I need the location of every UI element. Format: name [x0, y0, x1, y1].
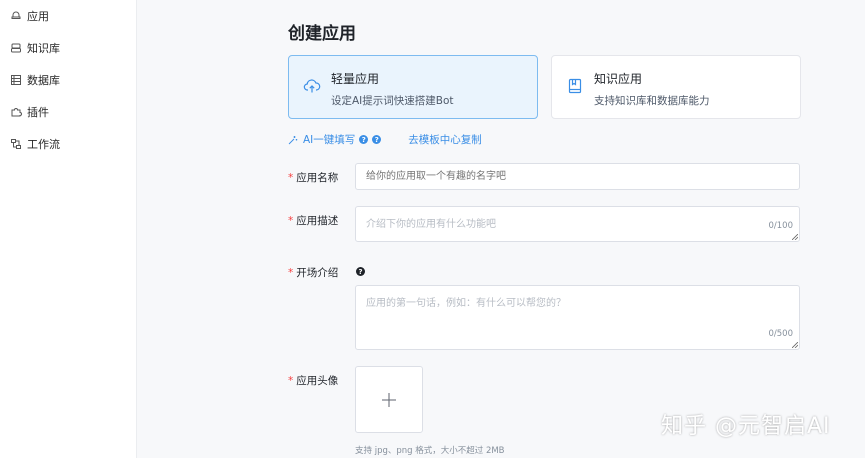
sidebar-item-workflow[interactable]: 工作流 [0, 128, 136, 160]
magic-wand-icon [288, 135, 298, 144]
database-icon [10, 74, 22, 86]
intro-field-label: * 开场介绍 [288, 265, 338, 280]
help-icon[interactable]: ? [356, 267, 365, 276]
resize-handle-icon[interactable] [792, 342, 798, 348]
app-type-card-lightweight[interactable]: 轻量应用 设定AI提示词快速搭建Bot [288, 55, 538, 119]
help-icon[interactable]: ? [359, 135, 369, 144]
help-icon[interactable]: ? [372, 135, 382, 144]
ai-fill-link[interactable]: AI一键填写 [303, 132, 355, 147]
resize-handle-icon[interactable] [792, 234, 798, 240]
card-text: 轻量应用 设定AI提示词快速搭建Bot [331, 70, 454, 108]
card-description: 设定AI提示词快速搭建Bot [331, 95, 454, 107]
required-mark: * [288, 172, 294, 184]
description-field-label: * 应用描述 [288, 213, 338, 228]
avatar-upload-button[interactable] [355, 366, 423, 433]
sidebar-item-knowledge[interactable]: 知识库 [0, 32, 136, 64]
book-icon [568, 78, 582, 94]
plugin-icon [10, 106, 22, 118]
app-type-card-knowledge[interactable]: 知识应用 支持知识库和数据库能力 [551, 55, 801, 119]
required-mark: * [288, 215, 294, 227]
app-root: 应用 知识库 数据库 插件 工作流 创建应用 轻量应用 设定AI提示词快速搭建B… [0, 0, 865, 458]
sidebar-item-label: 应用 [27, 10, 49, 23]
field-label-text: 应用头像 [296, 375, 339, 387]
opening-intro-textarea[interactable]: 应用的第一句话，例如：有什么可以帮您的？ 0/500 [355, 285, 800, 350]
plus-icon [382, 392, 396, 407]
app-icon [10, 10, 22, 22]
char-counter: 0/100 [768, 221, 794, 231]
sidebar-item-apps[interactable]: 应用 [0, 0, 136, 32]
sidebar-item-label: 知识库 [27, 42, 60, 55]
upload-hint: 支持 jpg、png 格式，大小不超过 2MB [355, 446, 505, 456]
required-mark: * [288, 375, 294, 387]
card-text: 知识应用 支持知识库和数据库能力 [594, 70, 710, 108]
textarea-placeholder: 应用的第一句话，例如：有什么可以帮您的？ [366, 298, 566, 309]
char-counter: 0/500 [768, 329, 794, 339]
sidebar-item-plugins[interactable]: 插件 [0, 96, 136, 128]
sidebar-item-label: 数据库 [27, 74, 60, 87]
template-center-link[interactable]: 去模板中心复制 [408, 132, 482, 147]
name-field-label: * 应用名称 [288, 170, 338, 185]
watermark: 知乎 @元智启AI [661, 414, 831, 439]
required-mark: * [288, 267, 294, 279]
field-label-text: 应用名称 [296, 172, 339, 184]
avatar-field-label: * 应用头像 [288, 373, 338, 388]
field-label-text: 应用描述 [296, 215, 339, 227]
cloud-upload-icon [303, 79, 321, 93]
sidebar-item-label: 工作流 [27, 138, 60, 151]
sidebar: 应用 知识库 数据库 插件 工作流 [0, 0, 137, 458]
app-name-input[interactable] [355, 163, 800, 190]
card-title: 知识应用 [594, 72, 643, 86]
page-title: 创建应用 [288, 24, 356, 44]
workflow-icon [10, 138, 22, 150]
card-description: 支持知识库和数据库能力 [594, 95, 710, 107]
assist-row: AI一键填写 ? ? 去模板中心复制 [288, 132, 482, 147]
app-description-textarea[interactable]: 介绍下你的应用有什么功能吧 0/100 [355, 206, 800, 242]
card-title: 轻量应用 [331, 72, 380, 86]
sidebar-item-database[interactable]: 数据库 [0, 64, 136, 96]
main-content: 创建应用 轻量应用 设定AI提示词快速搭建Bot 知识应用 支持知识库和数据库能… [137, 0, 865, 458]
field-label-text: 开场介绍 [296, 267, 339, 279]
knowledge-icon [10, 42, 22, 54]
textarea-placeholder: 介绍下你的应用有什么功能吧 [366, 219, 496, 230]
sidebar-item-label: 插件 [27, 106, 49, 119]
